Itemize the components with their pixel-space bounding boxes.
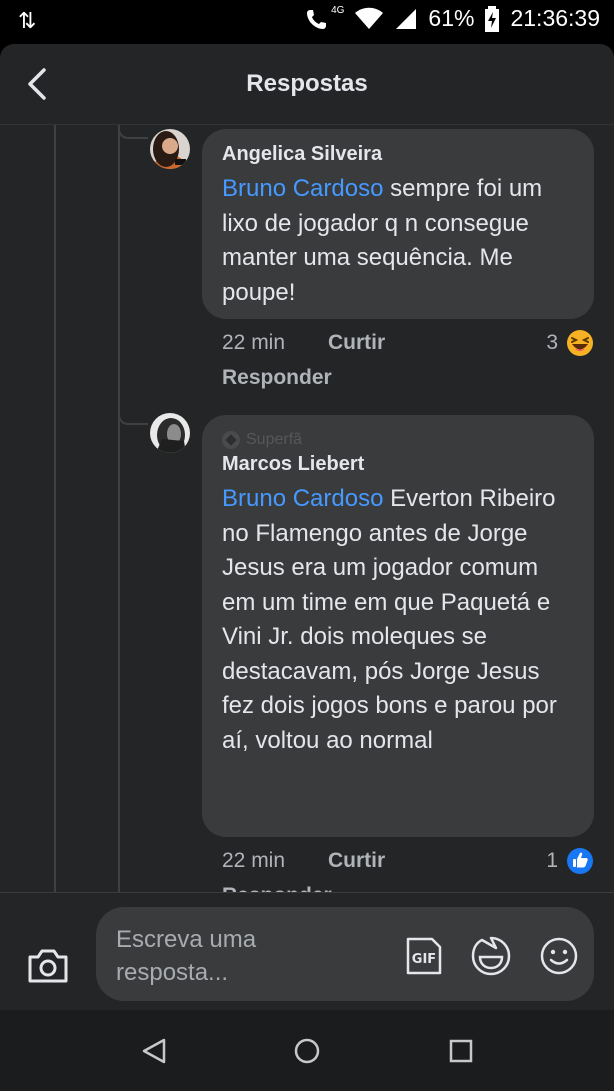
signal-icon: [396, 8, 417, 29]
thread-line: [118, 125, 120, 892]
system-nav-bar: [0, 1010, 614, 1091]
avatar[interactable]: [150, 413, 190, 453]
app-window: Respostas Angelica Silveira Bruno Cardos…: [0, 44, 614, 1010]
reply-button[interactable]: Responder: [222, 366, 332, 390]
nav-home-icon[interactable]: [292, 1036, 322, 1066]
comment-author[interactable]: Marcos Liebert: [222, 453, 574, 476]
comment-bubble[interactable]: Superfã Marcos Liebert Bruno Cardoso Eve…: [202, 415, 594, 837]
thread-line: [54, 125, 56, 892]
reaction-count: 1: [546, 849, 558, 872]
gif-button[interactable]: GIF: [402, 935, 444, 977]
comment-bubble[interactable]: Angelica Silveira Bruno Cardoso sempre f…: [202, 129, 594, 319]
like-button[interactable]: Curtir: [328, 331, 385, 354]
nav-back-icon[interactable]: [140, 1036, 170, 1066]
battery-charging-icon: [485, 5, 500, 32]
battery-percent: 61%: [428, 5, 475, 31]
diamond-icon: [222, 431, 240, 449]
comment-actions: 22 min Curtir: [222, 849, 385, 873]
haha-emoji-icon: [567, 330, 593, 356]
nav-recents-icon[interactable]: [446, 1036, 476, 1066]
reply-button[interactable]: Responder: [222, 884, 332, 892]
badge-label: Superfã: [246, 431, 303, 448]
reply-composer: Escreva uma resposta... GIF: [0, 892, 614, 1010]
page-title: Respostas: [246, 70, 368, 97]
comment-actions: 22 min Curtir: [222, 331, 385, 355]
reply-connector: [118, 411, 148, 425]
wifi-icon: [355, 7, 384, 29]
network-type: 4G: [331, 5, 345, 16]
reaction-summary[interactable]: 1: [546, 847, 594, 875]
reaction-count: 3: [546, 331, 558, 354]
comment-text: Bruno Cardoso sempre foi um lixo de joga…: [222, 172, 574, 310]
mention-link[interactable]: Bruno Cardoso: [222, 175, 383, 202]
like-thumb-icon: [567, 848, 593, 874]
top-bar: Respostas: [0, 44, 614, 124]
comment-time: 22 min: [222, 849, 286, 872]
comment-text: Bruno Cardoso Everton Ribeiro no Flameng…: [222, 482, 574, 758]
reply-input[interactable]: Escreva uma resposta... GIF: [96, 907, 594, 1001]
comment-time: 22 min: [222, 331, 286, 354]
reply-connector: [118, 125, 148, 139]
comment-thread[interactable]: Angelica Silveira Bruno Cardoso sempre f…: [0, 124, 614, 892]
status-bar: ⇅ 4G 61% 21:36:39: [0, 0, 614, 44]
superfan-badge: Superfã: [222, 431, 574, 449]
data-sync-icon: ⇅: [18, 8, 37, 33]
like-button[interactable]: Curtir: [328, 849, 385, 872]
camera-icon[interactable]: [26, 945, 70, 985]
emoji-icon[interactable]: [538, 935, 580, 977]
comment-author[interactable]: Angelica Silveira: [222, 143, 574, 166]
avatar[interactable]: [150, 129, 190, 169]
gif-label: GIF: [412, 952, 436, 967]
reply-placeholder: Escreva uma resposta...: [116, 926, 257, 986]
reaction-summary[interactable]: 3: [546, 329, 594, 357]
comment-body: Everton Ribeiro no Flamengo antes de Jor…: [222, 485, 557, 754]
sticker-icon[interactable]: [470, 935, 512, 977]
clock: 21:36:39: [510, 5, 600, 31]
mention-link[interactable]: Bruno Cardoso: [222, 485, 383, 512]
call-wifi-icon: [307, 9, 327, 29]
